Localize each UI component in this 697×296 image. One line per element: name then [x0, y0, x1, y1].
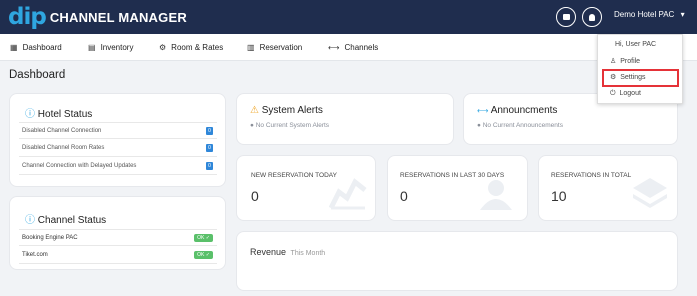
revenue-label: Revenue [250, 247, 287, 257]
nav-item-channels[interactable]: ⟷ Channels [328, 43, 378, 52]
nav-label: Reservation [259, 43, 303, 52]
nav-label: Room & Rates [171, 43, 224, 52]
message-icon[interactable] [556, 7, 576, 27]
system-alerts-card: ⚠ System Alerts ● No Current System Aler… [236, 93, 454, 145]
hotel-status-label: Hotel Status [37, 109, 93, 120]
user-menu-button[interactable]: Demo Hotel PAC ▾ [614, 10, 685, 19]
stat-value: 0 [400, 188, 408, 204]
status-label: Disabled Channel Connection [22, 128, 102, 134]
status-row: Channel Connection with Delayed Updates … [19, 158, 217, 175]
count-badge: 0 [206, 127, 213, 135]
revenue-card: Revenue This Month [236, 231, 678, 291]
inventory-icon: ▤ [88, 43, 96, 52]
channel-row: Booking Engine PAC OK ✓ [19, 229, 217, 246]
menu-item-profile[interactable]: ♙ Profile [610, 57, 640, 65]
channel-status-label: Channel Status [37, 215, 107, 226]
menu-item-logout[interactable]: ⏻ Logout [610, 90, 641, 98]
dashboard-icon: ▦ [10, 43, 18, 52]
stat-value: 10 [551, 188, 567, 204]
revenue-period: This Month [290, 250, 326, 257]
channels-icon: ⟷ [477, 106, 489, 115]
top-bar: dip CHANNEL MANAGER Demo Hotel PAC ▾ [0, 0, 697, 34]
announcements-message: ● No Current Announcements [477, 122, 563, 129]
count-badge: 0 [206, 144, 213, 152]
chart-icon [329, 178, 367, 210]
settings-highlight-box [602, 69, 679, 87]
user-name: Demo Hotel PAC [614, 10, 675, 19]
reservation-icon: ▥ [247, 43, 255, 52]
status-row: Disabled Channel Room Rates 0 [19, 140, 217, 157]
channel-row: Tiket.com OK ✓ [19, 247, 217, 264]
user-icon: ♙ [610, 58, 617, 65]
channel-name: Tiket.com [22, 252, 48, 258]
bell-icon[interactable] [582, 7, 602, 27]
channel-status-card: ⓘ Channel Status Booking Engine PAC OK ✓… [9, 196, 226, 270]
stat-label: NEW RESERVATION TODAY [251, 172, 337, 179]
nav-item-inventory[interactable]: ▤ Inventory [88, 43, 133, 52]
page-title: Dashboard [9, 69, 66, 81]
channels-icon: ⟷ [328, 43, 340, 52]
hotel-status-title: ⓘ Hotel Status [25, 105, 92, 120]
greeting: Hi, User PAC [615, 41, 657, 48]
menu-label: Logout [619, 90, 641, 97]
channel-name: Booking Engine PAC [22, 235, 78, 241]
info-icon: ⓘ [25, 109, 35, 120]
nav-item-dashboard[interactable]: ▦ Dashboard [10, 43, 62, 52]
warning-icon: ⚠ [250, 105, 259, 116]
hotel-status-card: ⓘ Hotel Status Disabled Channel Connecti… [9, 93, 226, 187]
power-icon: ⏻ [610, 90, 616, 97]
stat-value: 0 [251, 188, 259, 204]
gear-icon: ⚙ [159, 43, 167, 52]
chevron-down-icon: ▾ [680, 10, 685, 19]
nav-item-reservation[interactable]: ▥ Reservation [247, 43, 302, 52]
stat-label: RESERVATIONS IN TOTAL [551, 172, 632, 179]
layers-icon [633, 178, 667, 208]
announcements-label: Announcments [490, 105, 558, 116]
revenue-title: Revenue This Month [250, 247, 325, 257]
nav-label: Inventory [100, 43, 134, 52]
nav-label: Dashboard [22, 43, 62, 52]
user-icon [480, 180, 512, 210]
app-title: CHANNEL MANAGER [49, 9, 187, 25]
count-badge: 0 [206, 162, 213, 170]
stat-card-last-30: RESERVATIONS IN LAST 30 DAYS 0 [387, 155, 528, 221]
stat-card-new-today: NEW RESERVATION TODAY 0 [236, 155, 376, 221]
announcements-title: ⟷ Announcments [477, 105, 557, 116]
status-label: Disabled Channel Room Rates [22, 145, 105, 151]
system-alerts-label: System Alerts [261, 105, 323, 116]
nav-item-room-rates[interactable]: ⚙ Room & Rates [159, 43, 223, 52]
app-logo[interactable]: dip CHANNEL MANAGER [8, 4, 187, 30]
nav-label: Channels [344, 43, 379, 52]
status-row: Disabled Channel Connection 0 [19, 122, 217, 139]
logo-mark: dip [8, 4, 47, 30]
stat-card-total: RESERVATIONS IN TOTAL 10 [538, 155, 678, 221]
menu-label: Profile [620, 58, 641, 65]
ok-badge: OK ✓ [194, 234, 213, 242]
main-nav: ▦ Dashboard ▤ Inventory ⚙ Room & Rates ▥… [0, 34, 697, 61]
channel-status-title: ⓘ Channel Status [25, 211, 106, 226]
system-alerts-message: ● No Current System Alerts [250, 122, 330, 129]
ok-badge: OK ✓ [194, 251, 213, 259]
info-icon: ⓘ [25, 215, 35, 226]
status-label: Channel Connection with Delayed Updates [22, 163, 137, 169]
system-alerts-title: ⚠ System Alerts [250, 105, 323, 116]
